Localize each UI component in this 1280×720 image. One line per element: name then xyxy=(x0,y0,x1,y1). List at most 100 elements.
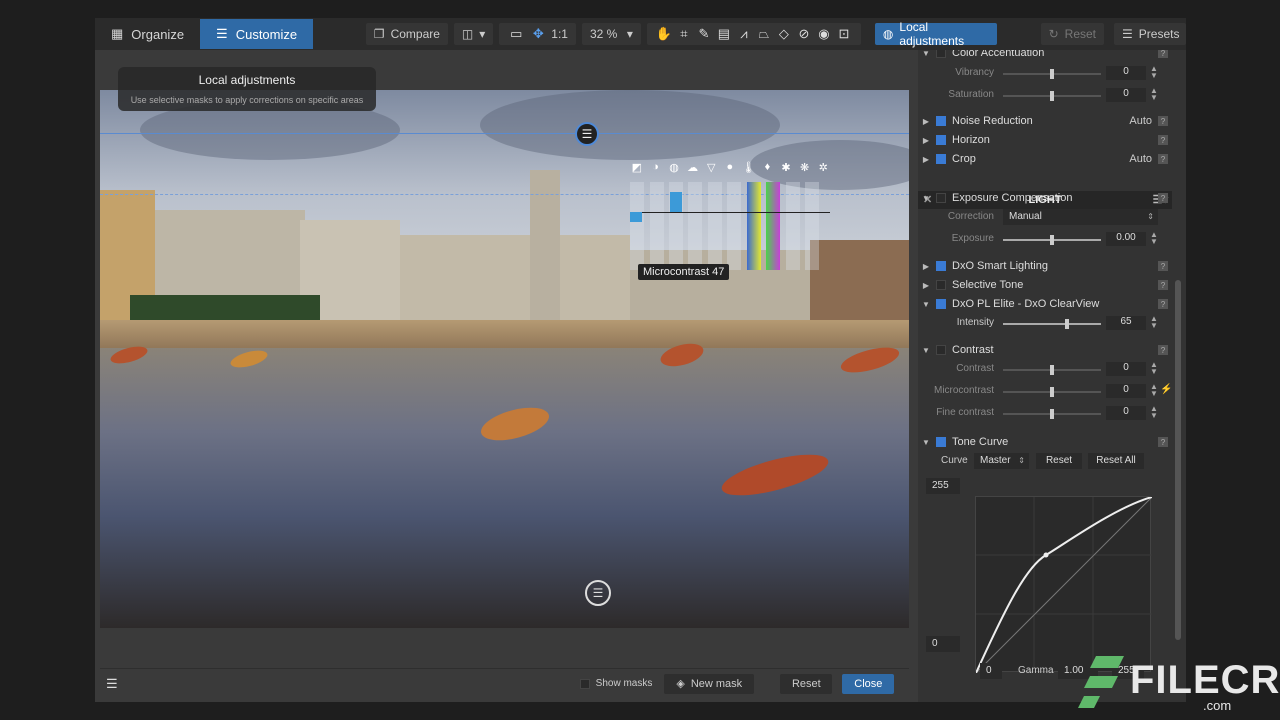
tint-icon[interactable]: ♦ xyxy=(761,160,775,174)
settings-icon[interactable]: ✲ xyxy=(816,160,830,174)
crop-checkbox[interactable] xyxy=(936,154,946,164)
saturation-icon[interactable]: ● xyxy=(723,160,737,174)
mask-handle-icon[interactable]: ☰ xyxy=(575,122,599,146)
view-layout-button[interactable]: ◫ ▾ xyxy=(453,23,494,45)
microcontrast-icon[interactable]: ◍ xyxy=(667,160,681,174)
help-icon[interactable]: ? xyxy=(1158,116,1168,126)
collapse-icon[interactable]: ▼ xyxy=(918,194,934,203)
shadows-icon[interactable]: ▽ xyxy=(704,160,718,174)
smart-lighting-checkbox[interactable] xyxy=(936,261,946,271)
stepper-icon[interactable]: ▲ ▼ xyxy=(1150,231,1158,246)
photo-preview[interactable]: ☰ ◩ ◑ ◍ ☁ ▽ ● 🌡 ♦ ✱ ❋ ✲ Microcontrast 47… xyxy=(100,90,909,628)
distortion-icon[interactable]: ⏢ xyxy=(755,23,773,45)
correction-select[interactable]: Manual ⇕ xyxy=(1003,209,1158,225)
help-icon[interactable]: ? xyxy=(1158,299,1168,309)
horizon-checkbox[interactable] xyxy=(936,135,946,145)
tab-customize[interactable]: ☰ Customize xyxy=(200,19,314,49)
stepper-icon[interactable]: ▲ ▼ xyxy=(1150,315,1158,330)
vibrancy-value[interactable]: 0 xyxy=(1106,66,1146,80)
slider-knob[interactable] xyxy=(1050,387,1054,397)
intensity-value[interactable]: 65 xyxy=(1106,316,1146,330)
selective-tone-row[interactable]: ▶ Selective Tone ? xyxy=(918,276,1172,294)
microcontrast-slider[interactable] xyxy=(1003,387,1101,397)
contrast-checkbox[interactable] xyxy=(936,345,946,355)
stepper-icon[interactable]: ▲ ▼ xyxy=(1150,87,1158,102)
saturation-slider[interactable] xyxy=(1003,91,1101,101)
microcontrast-value[interactable]: 0 xyxy=(1106,384,1146,398)
fine-contrast-value[interactable]: 0 xyxy=(1106,406,1146,420)
repair-icon[interactable]: ⊘ xyxy=(795,23,813,45)
presets-button[interactable]: ☰ Presets xyxy=(1114,23,1187,45)
expand-icon[interactable]: ▶ xyxy=(918,262,934,271)
eyedropper-icon[interactable]: ✎ xyxy=(695,23,713,45)
stepper-icon[interactable]: ▲ ▼ xyxy=(1150,65,1158,80)
curve-top-input[interactable]: 255 xyxy=(926,478,960,494)
tab-organize[interactable]: ▦ Organize xyxy=(95,19,200,49)
collapse-icon[interactable]: ▼ xyxy=(918,50,934,58)
local-adjustments-button[interactable]: ◍ Local adjustments xyxy=(874,20,997,48)
move-icon[interactable]: ✥ xyxy=(529,23,547,45)
exposure-compensation-row[interactable]: ▼ Exposure Compensation ? xyxy=(918,189,1172,207)
ratio-button[interactable]: 1:1 xyxy=(551,27,568,41)
exposure-icon[interactable]: ◩ xyxy=(630,160,644,174)
expand-icon[interactable]: ▶ xyxy=(918,136,934,145)
denoise-icon[interactable]: ❋ xyxy=(798,160,812,174)
reset-button[interactable]: ↻ Reset xyxy=(1040,23,1105,45)
vibrancy-slider[interactable] xyxy=(1003,69,1101,79)
expand-icon[interactable]: ▶ xyxy=(918,155,934,164)
contrast-slider[interactable] xyxy=(1003,365,1101,375)
slider-knob[interactable] xyxy=(1050,91,1054,101)
stepper-icon[interactable]: ▲ ▼ xyxy=(1150,361,1158,376)
help-icon[interactable]: ? xyxy=(1158,261,1168,271)
help-icon[interactable]: ? xyxy=(1158,50,1168,58)
temperature-icon[interactable]: 🌡 xyxy=(742,160,756,174)
tone-curve-row[interactable]: ▼ Tone Curve ? xyxy=(918,433,1172,451)
collapse-icon[interactable]: ▼ xyxy=(918,300,934,309)
contrast-icon[interactable]: ◑ xyxy=(649,160,663,174)
expand-icon[interactable]: ▶ xyxy=(918,117,934,126)
crop-icon[interactable]: ⌗ xyxy=(675,23,693,45)
fine-contrast-slider[interactable] xyxy=(1003,409,1101,419)
slider-knob[interactable] xyxy=(1065,319,1069,329)
selective-tone-checkbox[interactable] xyxy=(936,280,946,290)
equalizer-bar[interactable] xyxy=(688,182,702,270)
bottom-reset-button[interactable]: Reset xyxy=(780,673,833,694)
show-masks-toggle[interactable]: Show masks xyxy=(579,678,652,689)
equalizer-bar[interactable] xyxy=(708,182,722,270)
clearview-checkbox[interactable] xyxy=(936,299,946,309)
clearview-icon[interactable]: ☁ xyxy=(686,160,700,174)
perspective-icon[interactable]: ⩘ xyxy=(735,23,753,45)
exposure-compensation-checkbox[interactable] xyxy=(936,193,946,203)
clearview-row[interactable]: ▼ DxO PL Elite - DxO ClearView ? xyxy=(918,295,1172,313)
stepper-icon[interactable]: ▲ ▼ xyxy=(1150,405,1158,420)
slider-knob[interactable] xyxy=(1050,235,1054,245)
compare-button[interactable]: ❐ Compare xyxy=(365,23,448,45)
help-icon[interactable]: ? xyxy=(1158,135,1168,145)
curve-bottom-input[interactable]: 0 xyxy=(926,636,960,652)
selective-equalizer[interactable]: ◩ ◑ ◍ ☁ ▽ ● 🌡 ♦ ✱ ❋ ✲ xyxy=(630,160,830,270)
temperature-bar[interactable] xyxy=(747,182,761,270)
zoom-select[interactable]: 32 % ▾ xyxy=(581,23,641,45)
exposure-value[interactable]: 0.00 xyxy=(1106,232,1146,246)
tint-bar[interactable] xyxy=(766,182,780,270)
curve-channel-select[interactable]: Master ⇕ xyxy=(974,453,1029,469)
horizon-icon[interactable]: ▤ xyxy=(715,23,733,45)
crop-row[interactable]: ▶ Crop Auto ? xyxy=(918,150,1172,168)
stepper-icon[interactable]: ▲ ▼ xyxy=(1150,383,1158,398)
help-icon[interactable]: ? xyxy=(1158,345,1168,355)
collapse-icon[interactable]: ▼ xyxy=(918,346,934,355)
red-eye-icon[interactable]: ⊡ xyxy=(835,23,853,45)
collapse-icon[interactable]: ▼ xyxy=(918,438,934,447)
mask-list-icon[interactable]: ☰ xyxy=(106,676,118,692)
panel-scrollbar[interactable] xyxy=(1175,280,1181,640)
help-icon[interactable]: ? xyxy=(1158,280,1168,290)
horizon-row[interactable]: ▶ Horizon ? xyxy=(918,131,1172,149)
noise-reduction-row[interactable]: ▶ Noise Reduction Auto ? xyxy=(918,112,1172,130)
tone-curve-graph[interactable] xyxy=(975,496,1153,674)
curve-reset-all-button[interactable]: Reset All xyxy=(1088,453,1144,469)
slider-knob[interactable] xyxy=(1050,409,1054,419)
new-mask-button[interactable]: ◈ New mask xyxy=(664,673,755,694)
eye-icon[interactable]: ◉ xyxy=(815,23,833,45)
equalizer-bar[interactable] xyxy=(650,182,664,270)
close-button[interactable]: Close xyxy=(842,673,895,694)
